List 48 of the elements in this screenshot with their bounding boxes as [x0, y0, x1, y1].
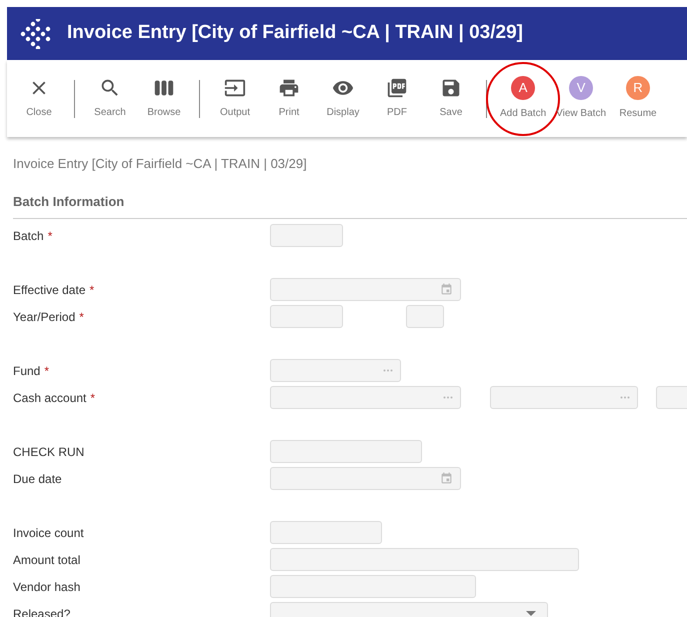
window-title: Invoice Entry [City of Fairfield ~CA | TRAIN | 03/29] [67, 21, 523, 46]
letter-avatar: R [626, 76, 650, 100]
input-field[interactable] [270, 440, 422, 463]
field-label: Effective date * [13, 282, 94, 296]
field-label: Fund * [13, 364, 50, 378]
printer-icon [278, 77, 300, 99]
input-field[interactable] [270, 575, 476, 598]
date-field[interactable] [270, 278, 461, 301]
input-field[interactable] [270, 359, 401, 382]
pdf-file-icon [386, 77, 408, 99]
field-label: Amount total [13, 552, 80, 566]
field-label: Vendor hash [13, 580, 80, 594]
input-field[interactable] [270, 224, 343, 247]
field-label: Invoice count [13, 526, 84, 540]
toolbar-button[interactable]: A Add Batch [495, 68, 552, 128]
input-field[interactable] [406, 305, 444, 328]
input-field[interactable] [490, 386, 638, 409]
toolbar-button[interactable]: Browse [137, 68, 191, 128]
toolbar-button[interactable]: Display [316, 68, 370, 128]
dropdown-caret-icon [526, 611, 536, 616]
toolbar-button[interactable]: Save [424, 68, 478, 128]
toolbar-button[interactable]: Print [262, 68, 316, 128]
date-field[interactable] [270, 467, 461, 490]
section-title: Batch Information [13, 194, 124, 209]
input-field[interactable] [270, 521, 382, 544]
input-field[interactable] [270, 305, 343, 328]
more-icon [443, 396, 453, 399]
letter-avatar: A [511, 76, 536, 100]
input-field[interactable] [270, 386, 461, 409]
calendar-icon [440, 283, 453, 296]
field-label: CHECK RUN [13, 444, 84, 458]
field-label: Cash account * [13, 390, 96, 404]
field-label: Due date [13, 472, 62, 486]
letter-avatar: V [569, 76, 594, 100]
toolbar-button[interactable]: Search [83, 68, 137, 128]
toolbar-button[interactable]: Output [208, 68, 262, 128]
toolbar-button[interactable]: R Resume [611, 68, 665, 128]
toolbar-button[interactable]: PDF [370, 68, 424, 128]
input-field[interactable] [270, 548, 579, 571]
toolbar-button[interactable]: Close [12, 68, 66, 128]
more-icon [383, 369, 393, 372]
breadcrumb: Invoice Entry [City of Fairfield ~CA | TRAIN | 03/29] [13, 155, 308, 173]
field-label: Batch * [13, 228, 52, 242]
calendar-icon [440, 472, 453, 485]
field-label: Year/Period * [13, 310, 84, 324]
more-icon [620, 396, 630, 399]
arrow-into-box-icon [224, 77, 246, 99]
toolbar-button[interactable]: V View Batch [551, 68, 611, 128]
